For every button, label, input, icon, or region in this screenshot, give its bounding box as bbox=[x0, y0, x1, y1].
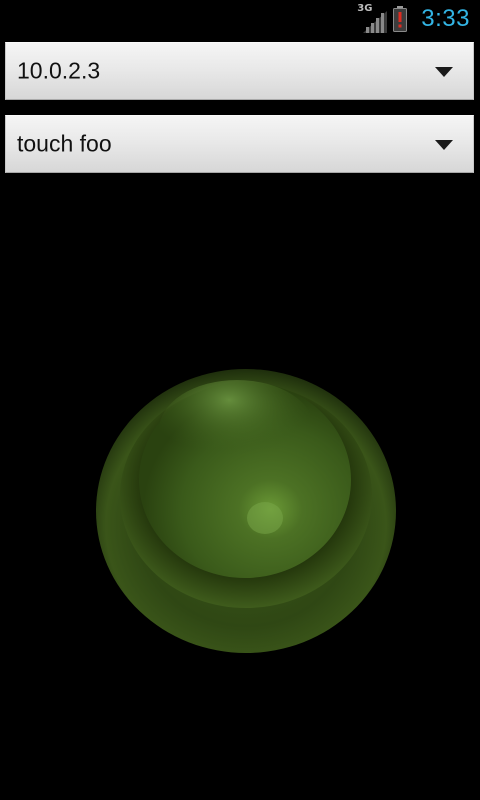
touch-action-selected-value: touch foo bbox=[17, 130, 112, 157]
green-round-button-icon bbox=[96, 369, 396, 653]
dropdown-arrow-icon bbox=[435, 67, 453, 77]
ip-address-spinner[interactable]: 10.0.2.3 bbox=[5, 42, 474, 100]
status-icons: 3G 3:33 bbox=[357, 3, 470, 34]
dropdown-arrow-icon bbox=[435, 140, 453, 150]
touch-button[interactable] bbox=[95, 368, 397, 654]
battery-alert-icon bbox=[393, 6, 408, 32]
clock: 3:33 bbox=[421, 5, 470, 32]
touch-action-spinner[interactable]: touch foo bbox=[5, 115, 474, 173]
ip-address-selected-value: 10.0.2.3 bbox=[17, 57, 101, 84]
signal-icon: 3G bbox=[357, 3, 388, 33]
status-bar: 3G 3:33 bbox=[0, 0, 480, 38]
